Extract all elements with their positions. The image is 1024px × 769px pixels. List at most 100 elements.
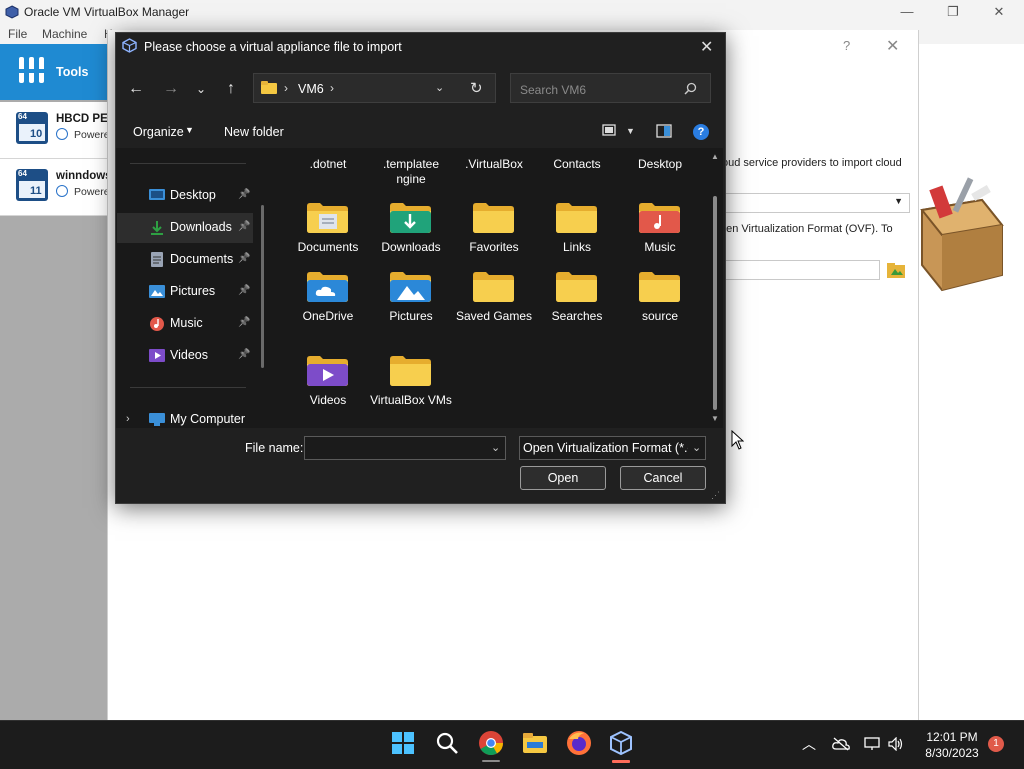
file-name-label: File name: [245, 441, 304, 455]
file-item-label[interactable]: Videos [286, 393, 370, 408]
file-item-label[interactable]: source [618, 309, 702, 324]
view-options-icon[interactable] [602, 124, 616, 138]
music-folder-icon[interactable] [637, 198, 683, 236]
maximize-button[interactable]: ❐ [938, 3, 968, 21]
menu-file[interactable]: File [8, 27, 27, 41]
toolbox-icon [920, 177, 1004, 292]
network-icon[interactable] [864, 737, 880, 751]
pin-icon[interactable]: 📌 [238, 221, 250, 232]
address-bar[interactable] [253, 73, 496, 103]
downloads-folder-icon[interactable] [388, 198, 434, 236]
refresh-icon[interactable]: ↻ [470, 79, 483, 97]
notification-badge[interactable]: 1 [988, 736, 1004, 752]
pictures-folder-icon[interactable] [388, 267, 434, 305]
new-folder-button[interactable]: New folder [224, 125, 284, 139]
file-name-input[interactable] [304, 436, 506, 460]
dialog-close-button[interactable]: ✕ [700, 37, 713, 57]
pin-icon[interactable]: 📌 [238, 285, 250, 296]
open-button[interactable]: Open [520, 466, 606, 490]
breadcrumb-separator: › [284, 81, 288, 95]
file-item-label[interactable]: Favorites [452, 240, 536, 255]
folder-icon[interactable] [554, 198, 600, 236]
search-icon[interactable] [434, 730, 460, 756]
folder-icon[interactable] [554, 267, 600, 305]
scroll-up-icon[interactable]: ▲ [711, 152, 719, 161]
file-item-label[interactable]: .templatee ngine [369, 157, 453, 187]
wizard-close-button[interactable]: ✕ [886, 36, 899, 56]
file-explorer-icon[interactable] [522, 730, 548, 756]
help-icon[interactable]: ? [693, 124, 709, 140]
resize-grip-icon[interactable]: ⋰ [711, 490, 720, 501]
file-item-label[interactable]: Saved Games [452, 309, 536, 324]
nav-label: Videos [170, 348, 208, 362]
file-item-label[interactable]: Desktop [618, 157, 702, 172]
file-item-label[interactable]: Documents [286, 240, 370, 255]
cloud-offline-icon[interactable] [832, 737, 850, 751]
scroll-down-icon[interactable]: ▼ [711, 414, 719, 423]
search-icon[interactable] [684, 82, 697, 95]
file-item-label[interactable]: Searches [535, 309, 619, 324]
breadcrumb-separator[interactable]: › [330, 81, 334, 95]
recent-locations-button[interactable]: ⌄ [191, 80, 211, 98]
clock-time[interactable]: 12:01 PM [920, 730, 984, 744]
firefox-icon[interactable] [566, 730, 592, 756]
vm-state: Powere [74, 186, 110, 198]
help-button[interactable]: ? [843, 38, 850, 53]
onedrive-folder-icon[interactable] [305, 267, 351, 305]
mouse-cursor-icon [731, 430, 744, 450]
folder-icon[interactable] [388, 351, 434, 389]
pin-icon[interactable]: 📌 [238, 349, 250, 360]
videos-folder-icon[interactable] [305, 351, 351, 389]
organize-button[interactable]: Organize [133, 125, 184, 139]
close-button[interactable]: ✕ [984, 3, 1014, 21]
videos-icon [149, 349, 165, 362]
pin-icon[interactable]: 📌 [238, 189, 250, 200]
cancel-button[interactable]: Cancel [620, 466, 706, 490]
up-button[interactable]: ↑ [221, 80, 241, 98]
preview-pane-icon[interactable] [656, 124, 672, 138]
back-button[interactable]: ← [126, 80, 146, 98]
search-input[interactable] [518, 80, 682, 100]
address-history-chevron-icon[interactable]: ⌄ [435, 81, 444, 94]
expand-chevron-icon[interactable]: › [126, 413, 130, 425]
file-item-label[interactable]: Downloads [369, 240, 453, 255]
file-item-label[interactable]: Contacts [535, 157, 619, 172]
file-type-value: Open Virtualization Format (*.o [523, 441, 688, 455]
clock-date[interactable]: 8/30/2023 [920, 746, 984, 760]
pin-icon[interactable]: 📌 [238, 253, 250, 264]
virtualbox-icon[interactable] [608, 730, 634, 756]
music-icon [150, 317, 164, 331]
pin-icon[interactable]: 📌 [238, 317, 250, 328]
file-type-dropdown-icon[interactable]: ⌄ [692, 441, 701, 454]
forward-button[interactable]: → [161, 80, 181, 98]
file-name-dropdown-icon[interactable]: ⌄ [491, 441, 500, 454]
file-item-label[interactable]: OneDrive [286, 309, 370, 324]
file-item-label[interactable]: VirtualBox VMs [369, 393, 453, 408]
source-select[interactable]: ▼ [722, 193, 910, 213]
folder-icon[interactable] [637, 267, 683, 305]
documents-folder-icon[interactable] [305, 198, 351, 236]
minimize-button[interactable]: — [892, 3, 922, 21]
view-dropdown-icon[interactable]: ▼ [626, 126, 635, 136]
folder-open-icon[interactable] [886, 260, 906, 280]
folder-icon[interactable] [471, 198, 517, 236]
folder-icon[interactable] [471, 267, 517, 305]
volume-icon[interactable] [888, 737, 904, 751]
file-path-input[interactable] [722, 260, 880, 280]
show-hidden-icons-icon[interactable]: ︿ [802, 734, 816, 754]
breadcrumb-vm6[interactable]: VM6 [298, 82, 324, 96]
nav-my-computer[interactable]: My Computer [170, 412, 245, 426]
menu-machine[interactable]: Machine [42, 27, 87, 41]
scrollbar-thumb[interactable] [713, 196, 717, 410]
wizard-description-2: pen Virtualization Format (OVF). To [720, 223, 893, 235]
nav-scrollbar-thumb[interactable] [261, 205, 264, 368]
pane-splitter[interactable] [266, 148, 274, 428]
start-icon[interactable] [390, 730, 416, 756]
file-item-label[interactable]: .dotnet [286, 157, 370, 172]
file-item-label[interactable]: Links [535, 240, 619, 255]
file-item-label[interactable]: Music [618, 240, 702, 255]
vm-badge-10: 10 [30, 128, 43, 140]
chrome-icon[interactable] [478, 730, 504, 756]
file-item-label[interactable]: .VirtualBox [452, 157, 536, 172]
file-item-label[interactable]: Pictures [369, 309, 453, 324]
